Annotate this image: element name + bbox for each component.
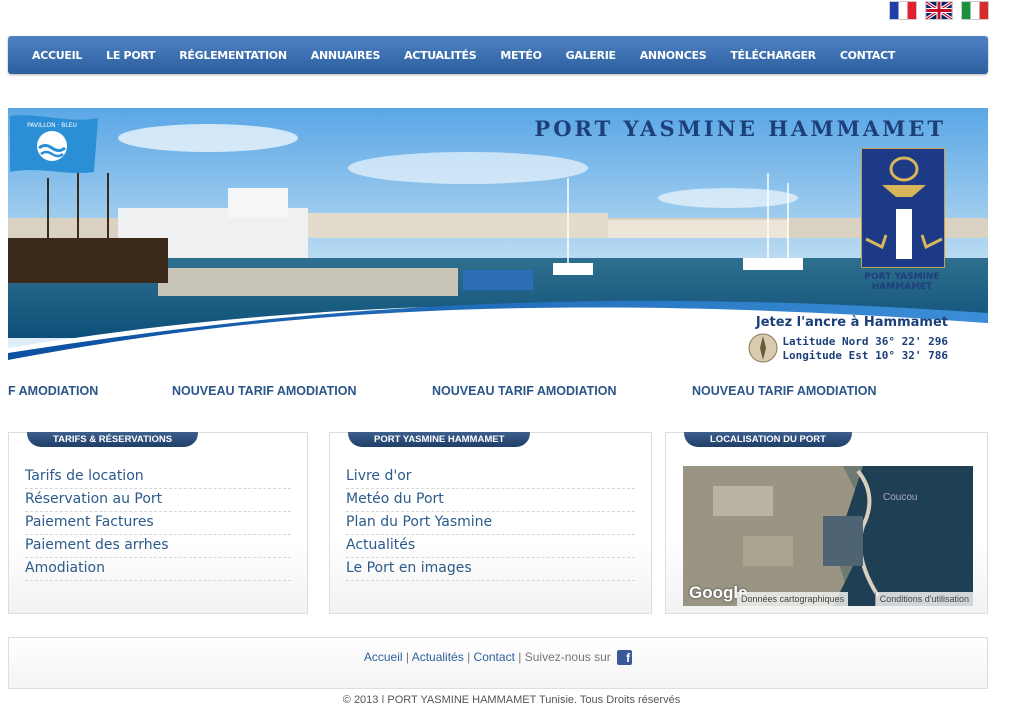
nav-annuaires[interactable]: ANNUAIRES — [311, 49, 381, 62]
ticker-item[interactable]: NOUVEAU TARIF AMODIATION — [172, 384, 356, 398]
hero-banner: PAVILLON · BLEU PORT YASMINE HAMMAMET PO… — [8, 108, 988, 366]
port-anchor-logo — [861, 148, 945, 268]
link-livre-dor[interactable]: Livre d'or — [346, 466, 635, 489]
nav-telecharger[interactable]: TÉLÉCHARGER — [730, 49, 816, 62]
location-box: LOCALISATION DU PORT Coucou Google Donné… — [665, 432, 988, 614]
footer-link-actualites[interactable]: Actualités — [412, 650, 464, 664]
link-plan-port[interactable]: Plan du Port Yasmine — [346, 512, 635, 535]
ticker-item[interactable]: F AMODIATION — [8, 384, 98, 398]
nav-accueil[interactable]: ACCUEIL — [32, 49, 82, 62]
nav-reglementation[interactable]: RÉGLEMENTATION — [179, 49, 287, 62]
map-data-link[interactable]: Données cartographiques — [737, 592, 849, 606]
banner-longitude: Longitude Est 10° 32' 786 — [782, 349, 948, 362]
nav-le-port[interactable]: LE PORT — [106, 49, 155, 62]
banner-latitude: Latitude Nord 36° 22' 296 — [782, 335, 948, 348]
ticker-item[interactable]: NOUVEAU TARIF AMODIATION — [692, 384, 876, 398]
link-port-images[interactable]: Le Port en images — [346, 558, 635, 581]
main-nav: ACCUEIL LE PORT RÉGLEMENTATION ANNUAIRES… — [8, 36, 988, 74]
nav-meteo[interactable]: METÉO — [500, 49, 542, 62]
tarifs-links: Tarifs de location Réservation au Port P… — [25, 466, 291, 581]
nav-contact[interactable]: CONTACT — [840, 49, 896, 62]
logo-caption-line1: PORT YASMINE — [864, 272, 940, 282]
separator: | — [518, 650, 522, 664]
facebook-icon[interactable]: f — [617, 650, 633, 666]
tarifs-box: TARIFS & RÉSERVATIONS Tarifs de location… — [8, 432, 308, 614]
flag-uk-icon[interactable] — [925, 1, 953, 20]
link-reservation[interactable]: Réservation au Port — [25, 489, 291, 512]
nav-galerie[interactable]: GALERIE — [566, 49, 616, 62]
tarifs-box-title: TARIFS & RÉSERVATIONS — [27, 432, 199, 447]
banner-tagline: Jetez l'ancre à Hammamet — [755, 315, 948, 330]
link-tarifs-location[interactable]: Tarifs de location — [25, 466, 291, 489]
location-box-title: LOCALISATION DU PORT — [684, 432, 852, 447]
news-ticker: F AMODIATION NOUVEAU TARIF AMODIATION NO… — [8, 384, 988, 400]
flag-it-icon[interactable] — [961, 1, 989, 20]
separator: | — [467, 650, 471, 664]
link-actualites[interactable]: Actualités — [346, 535, 635, 558]
link-paiement-arrhes[interactable]: Paiement des arrhes — [25, 535, 291, 558]
map-terms-link[interactable]: Conditions d'utilisation — [874, 592, 973, 606]
follow-text: Suivez-nous sur — [524, 650, 611, 664]
nav-annonces[interactable]: ANNONCES — [640, 49, 707, 62]
anchor-icon — [865, 156, 943, 259]
flag-fr-icon[interactable] — [889, 1, 917, 20]
port-box: PORT YASMINE HAMMAMET Livre d'or Metéo d… — [329, 432, 652, 614]
pavillon-bleu-logo: PAVILLON · BLEU — [10, 115, 98, 173]
footer-link-contact[interactable]: Contact — [474, 650, 515, 664]
language-switcher — [889, 1, 989, 20]
banner-title: PORT YASMINE HAMMAMET — [534, 116, 946, 141]
logo-caption: PORT YASMINE HAMMAMET — [856, 272, 948, 292]
nav-actualites[interactable]: ACTUALITÉS — [404, 49, 477, 62]
port-links: Livre d'or Metéo du Port Plan du Port Ya… — [346, 466, 635, 581]
logo-caption-line2: HAMMAMET — [871, 282, 933, 292]
footer-links: Accueil | Actualités | Contact | Suivez-… — [9, 650, 987, 666]
link-amodiation[interactable]: Amodiation — [25, 558, 291, 581]
footer: Accueil | Actualités | Contact | Suivez-… — [8, 637, 988, 689]
svg-text:Coucou: Coucou — [883, 492, 917, 503]
copyright: © 2013 | PORT YASMINE HAMMAMET Tunisie. … — [342, 694, 681, 703]
satellite-map[interactable]: Coucou Google Données cartographiques Co… — [683, 466, 973, 606]
port-box-title: PORT YASMINE HAMMAMET — [348, 432, 531, 447]
footer-link-accueil[interactable]: Accueil — [364, 650, 403, 664]
svg-text:PAVILLON · BLEU: PAVILLON · BLEU — [27, 122, 77, 129]
ticker-item[interactable]: NOUVEAU TARIF AMODIATION — [432, 384, 616, 398]
link-paiement-factures[interactable]: Paiement Factures — [25, 512, 291, 535]
separator: | — [405, 650, 410, 664]
link-meteo-port[interactable]: Metéo du Port — [346, 489, 635, 512]
